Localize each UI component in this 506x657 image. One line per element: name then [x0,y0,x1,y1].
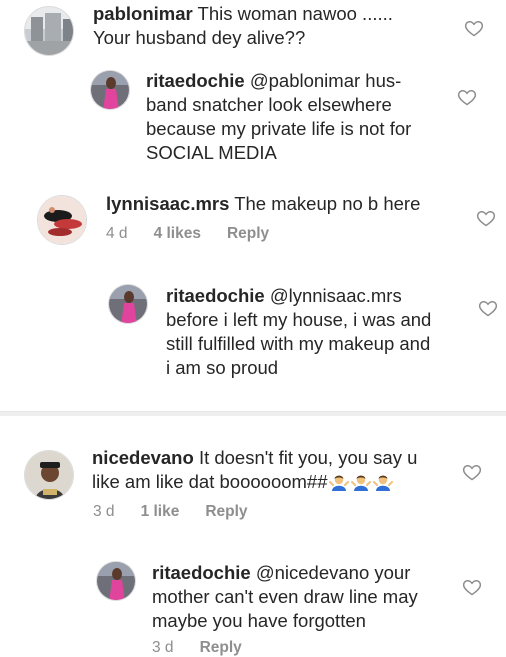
comment-text: ritaedochie @lynnisaac.mrs before i left … [166,284,486,380]
comment-time: 3 d [152,639,174,656]
comment-username[interactable]: ritaedochie [146,70,245,91]
comment-username[interactable]: nicedevano [92,447,194,468]
like-heart-icon[interactable] [476,208,496,228]
comment-text: pablonimar This woman nawoo ...... Your h… [93,2,433,50]
comment-body: The makeup no b here [234,193,421,214]
comment-likes[interactable]: 1 like [141,503,180,520]
like-heart-icon[interactable] [462,577,482,597]
comment-meta: 4 d 4 likes Reply [106,225,295,243]
comment-likes[interactable]: 4 likes [154,225,201,242]
comment-text: ritaedochie @pablonimar hus-band snatche… [146,69,466,165]
person-shrugging-emoji [372,475,393,491]
emoji-group [328,471,394,492]
avatar[interactable] [108,284,148,324]
person-shrugging-emoji [328,475,349,491]
comment-username[interactable]: pablonimar [93,3,193,24]
avatar[interactable] [24,450,74,500]
comment-meta: 3 d 1 like Reply [93,503,274,521]
comment-username[interactable]: ritaedochie [166,285,265,306]
avatar[interactable] [96,561,136,601]
comment-time: 4 d [106,225,128,242]
person-shrugging-emoji [350,475,371,491]
section-divider [0,411,506,416]
comment-username[interactable]: lynnisaac.mrs [106,193,229,214]
reply-ritaedochie-3: ritaedochie @nicedevano your mother can't… [0,555,506,657]
comment-pablonimar: pablonimar This woman nawoo ...... Your h… [0,0,506,60]
comment-text: nicedevano It doesn't fit you, you say u… [92,446,437,494]
reply-button[interactable]: Reply [227,225,269,242]
reply-ritaedochie-1: ritaedochie @pablonimar hus-band snatche… [0,60,506,170]
like-heart-icon[interactable] [462,462,482,482]
comment-lynnisaac: lynnisaac.mrs The makeup no b here 4 d4 … [0,188,506,268]
reply-button[interactable]: Reply [205,503,247,520]
avatar[interactable] [37,195,87,245]
comment-meta: 3 d Reply [152,639,268,657]
avatar[interactable] [90,70,130,110]
reply-ritaedochie-2: ritaedochie @lynnisaac.mrs before i left … [0,280,506,390]
comment-text: lynnisaac.mrs The makeup no b here [106,192,446,216]
comment-text: ritaedochie @nicedevano your mother can't… [152,561,472,633]
comment-username[interactable]: ritaedochie [152,562,251,583]
comment-nicedevano: nicedevano It doesn't fit you, you say u… [0,438,506,528]
avatar[interactable] [24,6,74,56]
comment-time: 3 d [93,503,115,520]
like-heart-icon[interactable] [464,18,484,38]
reply-button[interactable]: Reply [200,639,242,656]
like-heart-icon[interactable] [457,87,477,107]
like-heart-icon[interactable] [478,298,498,318]
